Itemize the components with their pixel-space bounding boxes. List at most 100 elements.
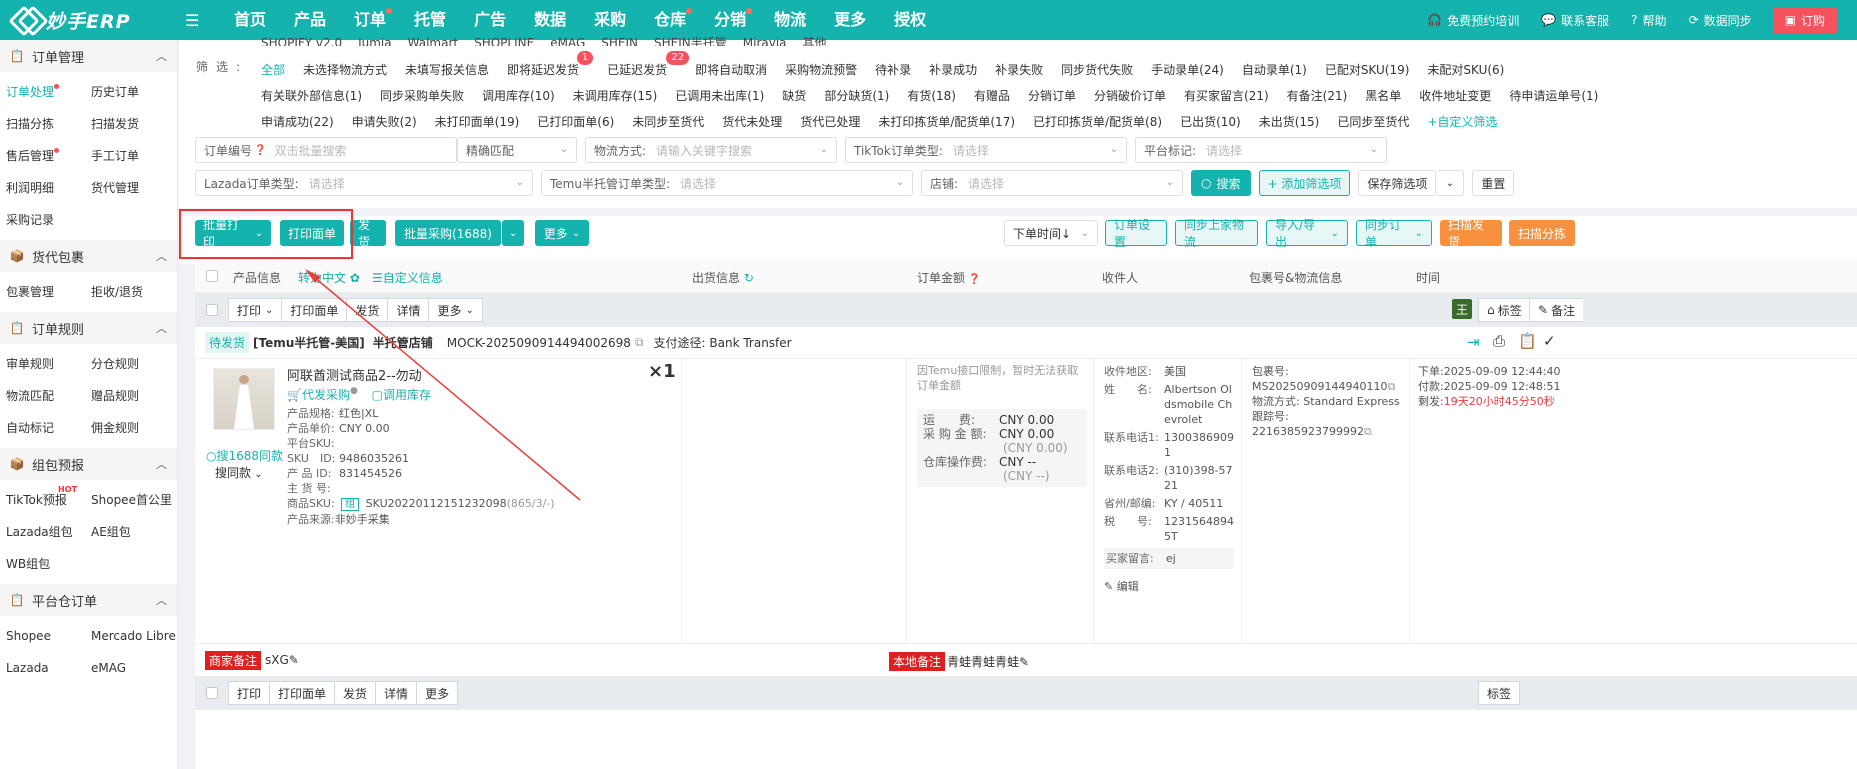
sidebar-section-0[interactable]: 📋 订单管理 ︿ xyxy=(0,40,177,72)
nav-item-11[interactable]: 授权 xyxy=(880,0,940,40)
support-link[interactable]: 💬 联系客服 xyxy=(1530,12,1620,29)
sidebar-section-3[interactable]: 📦 组包预报 ︿ xyxy=(0,448,177,480)
filter-tag-2-11[interactable]: 已同步至货代 xyxy=(1337,113,1409,130)
filter-tag-0-4[interactable]: 已延迟发货 22 xyxy=(607,50,690,78)
filter-tag-1-0[interactable]: 有关联外部信息(1) xyxy=(261,87,362,104)
translate-link[interactable]: 转为中文 ✿ xyxy=(298,269,360,286)
search-button[interactable]: ○ 搜索 xyxy=(1191,170,1251,196)
platform-tab-3[interactable]: SHOPLINE xyxy=(474,36,534,46)
purchase-link[interactable]: 🛒代发采购● xyxy=(287,386,358,402)
sidebar-item-0-8[interactable]: 采购记录 xyxy=(6,204,91,236)
row-ship-button[interactable]: 发货 xyxy=(347,298,389,322)
filter-tag-1-15[interactable]: 待申请运单号(1) xyxy=(1509,87,1598,104)
row-print-label-button[interactable]: 打印面单 xyxy=(282,298,348,322)
filter-tag-1-8[interactable]: 有赠品 xyxy=(974,87,1010,104)
import-export-button[interactable]: 导入/导出 ⌄ xyxy=(1266,218,1348,249)
product-image[interactable] xyxy=(213,368,275,430)
tag-button[interactable]: 标签 xyxy=(1478,681,1521,705)
tag-button[interactable]: ⌂ 标签 xyxy=(1478,298,1531,322)
king-badge[interactable]: 王 xyxy=(1452,299,1472,319)
search-1688-link[interactable]: ○搜1688同款 xyxy=(206,447,283,464)
ship-button[interactable]: 发货 xyxy=(350,218,386,249)
match-select[interactable]: 精确匹配 ⌄ xyxy=(457,137,577,163)
filter-tag-1-9[interactable]: 分销订单 xyxy=(1028,87,1076,104)
filter-tag-2-9[interactable]: 已出货(10) xyxy=(1180,113,1241,130)
sidebar-item-2-4[interactable]: 自动标记 xyxy=(6,412,91,444)
filter-tag-0-9[interactable]: 补录失败 xyxy=(995,61,1043,78)
filter-tag-2-7[interactable]: 未打印拣货单/配货单(17) xyxy=(878,113,1015,130)
sidebar-item-3-0[interactable]: TikTok预报 HOT xyxy=(6,484,91,516)
platform-tab-7[interactable]: Miravia xyxy=(743,36,787,46)
sidebar-item-3-1[interactable]: Shopee首公里 xyxy=(91,484,176,516)
filter-tag-1-3[interactable]: 未调用库存(15) xyxy=(573,87,658,104)
platform-tab-4[interactable]: eMAG xyxy=(550,36,585,46)
filter-tag-2-6[interactable]: 货代已处理 xyxy=(800,113,860,130)
sidebar-section-1[interactable]: 📦 货代包裹 ︿ xyxy=(0,240,177,272)
sidebar-item-1-0[interactable]: 包裹管理 xyxy=(6,276,91,308)
row-detail-button[interactable]: 详情 xyxy=(388,298,430,322)
row-ship-button[interactable]: 发货 xyxy=(335,681,377,705)
sidebar-item-0-6[interactable]: 利润明细 xyxy=(6,172,91,204)
save-filter-dropdown[interactable]: ⌄ xyxy=(1436,170,1465,196)
product-title[interactable]: 阿联酋测试商品2--勿动 xyxy=(287,365,422,384)
sidebar-item-4-3[interactable]: eMAG xyxy=(91,652,176,684)
sidebar-item-2-5[interactable]: 佣金规则 xyxy=(91,412,176,444)
print-dropdown-button[interactable]: 打印 xyxy=(228,681,271,705)
edit-icon[interactable]: ✎ xyxy=(1019,655,1029,669)
filter-tag-0-1[interactable]: 未选择物流方式 xyxy=(303,61,387,78)
filter-tag-1-10[interactable]: 分销破价订单 xyxy=(1094,87,1166,104)
tiktok-type-select[interactable]: TikTok订单类型: 请选择 ⌄ xyxy=(845,137,1127,163)
filter-tag-2-8[interactable]: 已打印拣货单/配货单(8) xyxy=(1033,113,1162,130)
order-checkbox[interactable] xyxy=(206,304,218,316)
filter-tag-0-0[interactable]: 全部 xyxy=(261,61,285,78)
save-filter-button[interactable]: 保存筛选项 xyxy=(1358,170,1437,196)
platform-tab-8[interactable]: 其他 xyxy=(803,36,827,46)
order-settings-button[interactable]: 订单设置 xyxy=(1105,218,1167,249)
row-detail-button[interactable]: 详情 xyxy=(376,681,418,705)
filter-tag-1-14[interactable]: 收件地址变更 xyxy=(1419,87,1491,104)
filter-tag-0-2[interactable]: 未填写报关信息 xyxy=(405,61,489,78)
filter-tag-0-6[interactable]: 采购物流预警 xyxy=(785,61,857,78)
more-button[interactable]: 更多 ⌄ xyxy=(535,220,589,246)
add-filter-button[interactable]: + 添加筛选项 xyxy=(1258,170,1351,196)
filter-tag-0-3[interactable]: 即将延迟发货 1 xyxy=(507,50,594,78)
sidebar-item-0-0[interactable]: 订单处理 xyxy=(6,76,91,108)
sidebar-item-0-2[interactable]: 扫描分拣 xyxy=(6,108,91,140)
sidebar-item-0-4[interactable]: 售后管理 xyxy=(6,140,91,172)
print-dropdown-button[interactable]: 打印 ⌄ xyxy=(228,298,283,322)
sidebar-item-3-2[interactable]: Lazada组包 xyxy=(6,516,91,548)
filter-tag-1-7[interactable]: 有货(18) xyxy=(907,87,956,104)
sidebar-item-0-1[interactable]: 历史订单 xyxy=(91,76,176,108)
filter-tag-0-11[interactable]: 手动录单(24) xyxy=(1151,61,1224,78)
sidebar-section-2[interactable]: 📋 订单规则 ︿ xyxy=(0,312,177,344)
sync-carrier-button[interactable]: 同步上家物流 xyxy=(1175,218,1258,249)
store-select[interactable]: 店铺: 请选择 ⌄ xyxy=(921,170,1183,196)
sync-orders-button[interactable]: 同步订单 ⌄ xyxy=(1356,218,1432,249)
batch-purchase-dropdown[interactable]: ⌄ xyxy=(502,220,524,246)
filter-tag-1-12[interactable]: 有备注(21) xyxy=(1287,87,1348,104)
filter-tag-0-8[interactable]: 补录成功 xyxy=(929,61,977,78)
platform-tab-2[interactable]: Walmart xyxy=(408,36,458,46)
filter-tag-2-2[interactable]: 未打印面单(19) xyxy=(435,113,520,130)
sidebar-section-4[interactable]: 📋 平台仓订单 ︿ xyxy=(0,584,177,616)
edit-receiver-link[interactable]: ✎ 编辑 xyxy=(1104,579,1236,594)
printer-icon[interactable]: ⎙ xyxy=(1493,332,1505,350)
order-checkbox[interactable] xyxy=(206,687,218,699)
sidebar-item-4-0[interactable]: Shopee xyxy=(6,620,91,652)
refresh-icon[interactable]: ↻ xyxy=(740,271,754,285)
filter-tag-0-13[interactable]: 已配对SKU(19) xyxy=(1325,61,1410,78)
platform-tab-1[interactable]: Jumia xyxy=(358,36,392,46)
filter-tag-2-0[interactable]: 申请成功(22) xyxy=(261,113,334,130)
sidebar-item-0-5[interactable]: 手工订单 xyxy=(91,140,176,172)
filter-tag-1-6[interactable]: 部分缺货(1) xyxy=(824,87,889,104)
sort-select[interactable]: 下单时间↓ ⌄ xyxy=(1004,220,1098,246)
order-no-input[interactable]: 订单编号 ❓ 双击批量搜索 xyxy=(195,137,457,163)
filter-tag-2-3[interactable]: 已打印面单(6) xyxy=(537,113,614,130)
sidebar-item-4-2[interactable]: Lazada xyxy=(6,652,91,684)
filter-tag-0-14[interactable]: 未配对SKU(6) xyxy=(1427,61,1504,78)
lazada-type-select[interactable]: Lazada订单类型: 请选择 ⌄ xyxy=(195,170,533,196)
sidebar-item-3-3[interactable]: AE组包 xyxy=(91,516,176,548)
filter-tag-0-12[interactable]: 自动录单(1) xyxy=(1242,61,1307,78)
sidebar-item-2-1[interactable]: 分仓规则 xyxy=(91,348,176,380)
platform-tab-0[interactable]: SHOPIFY v2.0 xyxy=(261,36,342,46)
